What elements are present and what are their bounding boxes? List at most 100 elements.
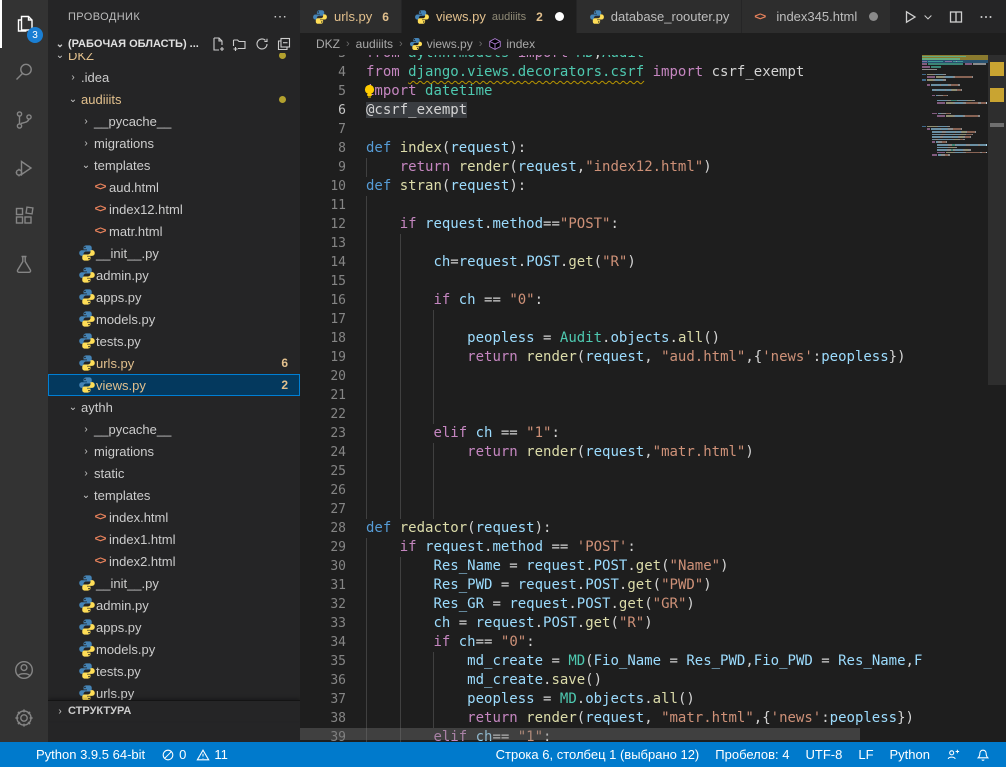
line-number: 7 [300, 120, 346, 139]
tree-item-label: .idea [81, 70, 109, 85]
status-encoding[interactable]: UTF-8 [798, 742, 851, 767]
code-line-11: 11 [300, 196, 922, 215]
tree-item--pycache-[interactable]: ›__pycache__ [48, 418, 300, 440]
line-number: 9 [300, 158, 346, 177]
tree-item-index12-html[interactable]: <>index12.html [48, 198, 300, 220]
breadcrumb-item-views-py[interactable]: views.py [409, 37, 473, 51]
tree-item-aythh[interactable]: ⌄aythh [48, 396, 300, 418]
breadcrumb-item-dkz[interactable]: DKZ [316, 37, 340, 51]
activity-explorer-button[interactable]: 3 [0, 0, 48, 48]
code-line-22: 22 [300, 405, 922, 424]
code-line-3: 3from aythh.models import MD,Audit [300, 55, 922, 63]
python-file-icon [78, 596, 96, 614]
activity-extensions-button[interactable] [0, 192, 48, 240]
tab-views-py[interactable]: views.pyaudiiits2 [402, 0, 577, 33]
python-file-icon [78, 244, 96, 262]
run-dropdown-button[interactable] [922, 11, 934, 23]
code-text: return render(request,"index12.html") [366, 158, 712, 177]
html-file-icon: <> [91, 225, 109, 237]
split-icon [948, 9, 964, 25]
tree-item-urls-py[interactable]: urls.py6 [48, 352, 300, 374]
tree-item-migrations[interactable]: ›migrations [48, 132, 300, 154]
sidebar-more-actions-icon[interactable]: ⋯ [273, 8, 288, 25]
activity-scm-button[interactable] [0, 96, 48, 144]
overview-ruler[interactable] [988, 33, 1006, 742]
chevron-down-icon: ⌄ [78, 490, 94, 501]
breadcrumb-item-index[interactable]: index [488, 37, 535, 51]
code-text: def index(request): [366, 139, 526, 158]
tree-item-label: tests.py [96, 664, 141, 679]
code-line-14: 14 ch=request.POST.get("R") [300, 253, 922, 272]
status-notifications[interactable] [968, 742, 998, 767]
tree-item-admin-py[interactable]: admin.py [48, 594, 300, 616]
tree-item-tests-py[interactable]: tests.py [48, 330, 300, 352]
status-feedback[interactable] [938, 742, 968, 767]
indent-guide [366, 481, 367, 500]
status-python-interpreter[interactable]: Python 3.9.5 64-bit [28, 742, 153, 767]
code-text: if ch== "0": [366, 633, 535, 652]
breadcrumb-item-audiiits[interactable]: audiiits [356, 37, 393, 51]
refresh-icon[interactable] [254, 36, 270, 52]
lightbulb-icon[interactable] [363, 84, 376, 105]
dirty-dot-icon[interactable] [869, 12, 878, 21]
tree-item-index1-html[interactable]: <>index1.html [48, 528, 300, 550]
tree-item-apps-py[interactable]: apps.py [48, 616, 300, 638]
tree-item-index2-html[interactable]: <>index2.html [48, 550, 300, 572]
tree-item--pycache-[interactable]: ›__pycache__ [48, 110, 300, 132]
tree-item-views-py[interactable]: views.py2 [48, 374, 300, 396]
vscode-window: { "colors": { "k": "#C586C0", "d": "#569… [0, 0, 1006, 767]
tab-index345-html[interactable]: <>index345.html [742, 0, 891, 33]
tree-item--init-py[interactable]: __init__.py [48, 572, 300, 594]
tree-item-admin-py[interactable]: admin.py [48, 264, 300, 286]
status-problems[interactable]: 011 [153, 742, 236, 767]
tab-urls-py[interactable]: urls.py6 [300, 0, 402, 33]
breadcrumb-separator-icon: › [399, 38, 403, 50]
tree-item-audiiits[interactable]: ⌄audiiits [48, 88, 300, 110]
tree-item-apps-py[interactable]: apps.py [48, 286, 300, 308]
code-text: return render(request, "matr.html",{'new… [366, 709, 914, 728]
collapse-all-icon[interactable] [276, 36, 292, 52]
tree-item-index-html[interactable]: <>index.html [48, 506, 300, 528]
status-language-mode[interactable]: Python [882, 742, 938, 767]
horizontal-scrollbar[interactable] [300, 728, 922, 740]
tree-item-matr-html[interactable]: <>matr.html [48, 220, 300, 242]
tree-item-templates[interactable]: ⌄templates [48, 484, 300, 506]
html-file-icon: <> [91, 533, 109, 545]
tree-item-tests-py[interactable]: tests.py [48, 660, 300, 682]
new-file-icon[interactable] [210, 36, 226, 52]
activity-settings-button[interactable] [0, 694, 48, 742]
activity-debug-button[interactable] [0, 144, 48, 192]
minimap[interactable] [922, 55, 988, 742]
activity-testing-button[interactable] [0, 240, 48, 288]
status-cursor-position[interactable]: Строка 6, столбец 1 (выбрано 12) [488, 742, 708, 767]
tree-item-dkz[interactable]: ⌄DKZ [48, 53, 300, 66]
tree-item-static[interactable]: ›static [48, 462, 300, 484]
line-number: 13 [300, 234, 346, 253]
split-editor-button[interactable] [948, 9, 964, 25]
more-actions-button[interactable] [978, 9, 994, 25]
code-editor[interactable]: 3from aythh.models import MD,Audit4from … [300, 55, 922, 742]
tree-item-aud-html[interactable]: <>aud.html [48, 176, 300, 198]
tree-item--init-py[interactable]: __init__.py [48, 242, 300, 264]
run-python-file-button[interactable] [902, 9, 918, 25]
sidebar-header: ПРОВОДНИК ⋯ [48, 0, 300, 33]
activity-account-button[interactable] [0, 646, 48, 694]
tree-item--idea[interactable]: ›.idea [48, 66, 300, 88]
chevron-down-icon: ⌄ [65, 94, 81, 105]
workspace-section-header[interactable]: ⌄ (РАБОЧАЯ ОБЛАСТЬ) ... [48, 33, 300, 55]
outline-section-header[interactable]: › СТРУКТУРА [48, 700, 300, 721]
tree-item-models-py[interactable]: models.py [48, 638, 300, 660]
status-indentation[interactable]: Пробелов: 4 [707, 742, 797, 767]
tree-item-models-py[interactable]: models.py [48, 308, 300, 330]
tree-item-label: __init__.py [96, 576, 159, 591]
tree-item-templates[interactable]: ⌄templates [48, 154, 300, 176]
status-eol[interactable]: LF [850, 742, 881, 767]
tab-database-roouter-py[interactable]: database_roouter.py [577, 0, 743, 33]
python-file-icon [78, 574, 96, 592]
activity-search-button[interactable] [0, 48, 48, 96]
tree-item-migrations[interactable]: ›migrations [48, 440, 300, 462]
code-text: def stran(request): [366, 177, 526, 196]
new-folder-icon[interactable] [232, 36, 248, 52]
dirty-dot-icon[interactable] [555, 12, 564, 21]
code-line-24: 24 return render(request,"matr.html") [300, 443, 922, 462]
